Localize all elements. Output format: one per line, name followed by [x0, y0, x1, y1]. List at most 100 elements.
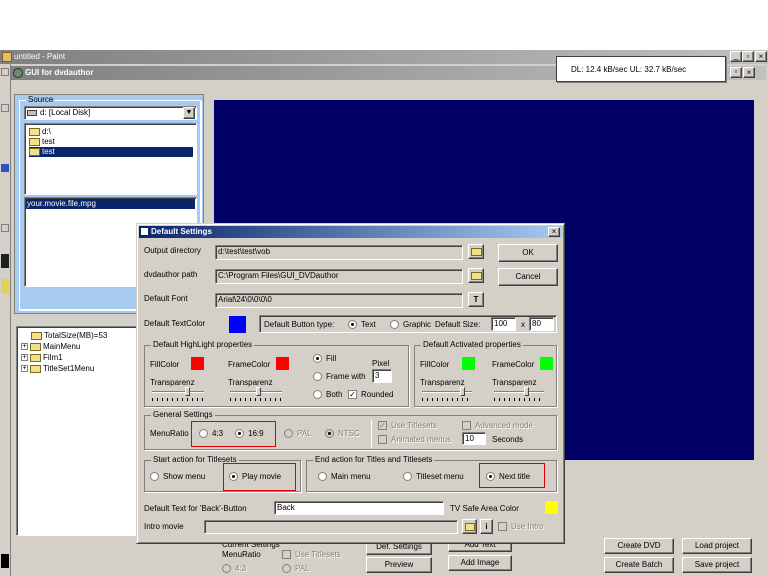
slider-thumb[interactable] — [524, 387, 529, 396]
hl-both-radio[interactable] — [313, 390, 322, 399]
folder-open-icon — [29, 137, 40, 146]
chevron-down-icon[interactable]: ▼ — [183, 107, 195, 119]
slider-thumb[interactable] — [256, 387, 261, 396]
act-transparenz-label: Transparenz — [420, 378, 465, 387]
pal-radio[interactable] — [282, 564, 291, 573]
act-framecolor-swatch[interactable] — [540, 357, 553, 370]
pal-label: PAL — [295, 564, 310, 573]
tv-safe-label: TV Safe Area Color — [450, 504, 519, 513]
hl-rounded-checkbox[interactable]: ✓ — [348, 390, 357, 399]
folder-list[interactable]: d:\ test test — [24, 123, 197, 195]
tool-icon[interactable] — [1, 68, 9, 76]
load-project-button[interactable]: Load project — [682, 538, 752, 554]
button-type-label: Default Button type: — [264, 320, 335, 329]
slider-ticks — [230, 398, 282, 401]
hl-frame-with-radio[interactable] — [313, 372, 322, 381]
expand-icon[interactable]: + — [21, 354, 28, 362]
tree-item[interactable]: + MainMenu — [21, 342, 80, 352]
default-size-height-field[interactable]: 80 — [529, 317, 554, 331]
show-menu-label: Show menu — [163, 472, 206, 481]
use-titlesets-checkbox[interactable] — [282, 550, 291, 559]
default-size-width-field[interactable]: 100 — [491, 317, 516, 331]
expand-icon[interactable]: + — [21, 343, 28, 351]
tree-item[interactable]: + TitleSet1Menu — [21, 364, 94, 374]
tv-safe-swatch[interactable] — [545, 501, 558, 514]
tool-icon[interactable] — [1, 164, 9, 172]
hl-fillcolor-swatch[interactable] — [191, 357, 204, 370]
hl-framecolor-swatch[interactable] — [276, 357, 289, 370]
dialog-title: Default Settings — [151, 227, 212, 236]
main-menu-radio[interactable] — [318, 472, 327, 481]
use-titlesets-checkbox[interactable]: ✓ — [378, 421, 387, 430]
paint-app-icon — [2, 52, 12, 62]
intro-browse-button[interactable] — [462, 519, 477, 534]
act-frame-transparency-slider[interactable] — [494, 391, 544, 393]
textcolor-swatch[interactable] — [229, 316, 246, 333]
font-picker-button[interactable]: T — [468, 292, 484, 307]
dvdauthor-path-field[interactable]: C:\Program Files\GUI_DVDauthor — [215, 269, 463, 284]
button-type-graphic-radio[interactable] — [390, 320, 399, 329]
use-intro-label: Use Intro — [511, 522, 544, 531]
source-label: Source — [26, 95, 56, 105]
tool-icon[interactable] — [1, 279, 9, 293]
file-item-selected[interactable]: your.movie.file.mpg — [26, 199, 195, 209]
main-menu-label: Main menu — [331, 472, 371, 481]
dvdauthor-browse-button[interactable] — [468, 268, 484, 283]
ok-button[interactable]: OK — [498, 244, 558, 262]
folder-item[interactable]: d:\ — [29, 127, 51, 137]
tool-icon[interactable] — [1, 224, 9, 232]
act-frame-transparenz-label: Transparenz — [492, 378, 537, 387]
intro-movie-field[interactable] — [204, 520, 458, 534]
advanced-mode-checkbox[interactable] — [462, 421, 471, 430]
intro-info-button[interactable]: i — [480, 519, 493, 534]
tree-item[interactable]: TotalSize(MB)=53 — [31, 331, 107, 341]
add-image-button[interactable]: Add Image — [448, 555, 512, 571]
titleset-menu-radio[interactable] — [403, 472, 412, 481]
paint-close-button[interactable]: × — [755, 51, 767, 62]
folder-item-selected[interactable]: test — [29, 147, 193, 157]
slider-thumb[interactable] — [185, 387, 190, 396]
default-font-field[interactable]: Arial\24\0\0\0\0 — [215, 293, 463, 308]
hl-rounded-label: Rounded — [361, 390, 394, 399]
drive-select[interactable]: d: [Local Disk] ▼ — [24, 106, 197, 120]
folder-icon — [30, 342, 41, 351]
back-text-field[interactable]: Back — [274, 501, 444, 515]
tree-item[interactable]: + Film1 — [21, 353, 63, 363]
tool-icon[interactable] — [1, 254, 9, 268]
tool-icon[interactable] — [1, 104, 9, 112]
general-divider — [371, 420, 372, 448]
create-batch-button[interactable]: Create Batch — [604, 557, 674, 573]
dvdauthor-minimize-button[interactable]: ▫ — [730, 67, 742, 78]
button-type-text-radio[interactable] — [348, 320, 357, 329]
use-intro-checkbox[interactable] — [498, 522, 507, 531]
dvdauthor-close-button[interactable]: × — [743, 67, 755, 78]
hl-fill-radio[interactable] — [313, 354, 322, 363]
pal-radio[interactable] — [284, 429, 293, 438]
ratio-43-radio[interactable] — [222, 564, 231, 573]
paint-maximize-button[interactable]: ▫ — [742, 51, 754, 62]
dialog-close-button[interactable]: × — [548, 227, 560, 237]
act-fillcolor-label: FillColor — [420, 360, 450, 369]
hl-framecolor-label: FrameColor — [228, 360, 271, 369]
menu-ratio-label: MenuRatio — [222, 550, 261, 559]
folder-icon — [470, 247, 482, 256]
show-menu-radio[interactable] — [150, 472, 159, 481]
cancel-button[interactable]: Cancel — [498, 268, 558, 286]
save-project-button[interactable]: Save project — [682, 557, 752, 573]
output-browse-button[interactable] — [468, 244, 484, 259]
output-directory-field[interactable]: d:\test\test\vob — [215, 245, 463, 260]
preview-button[interactable]: Preview — [366, 557, 432, 573]
act-fillcolor-swatch[interactable] — [462, 357, 475, 370]
folder-item[interactable]: test — [29, 137, 55, 147]
ntsc-radio[interactable] — [325, 429, 334, 438]
color-swatch-black[interactable] — [1, 554, 9, 568]
create-dvd-button[interactable]: Create DVD — [604, 538, 674, 554]
hl-pixel-field[interactable]: 3 — [372, 369, 392, 383]
paint-minimize-button[interactable]: _ — [730, 51, 742, 62]
activated-group-title: Default Activated properties — [421, 340, 523, 350]
animated-menus-checkbox[interactable] — [378, 435, 387, 444]
hl-fill-transparency-slider[interactable] — [152, 391, 204, 393]
slider-thumb[interactable] — [460, 387, 465, 396]
expand-icon[interactable]: + — [21, 365, 28, 373]
seconds-field[interactable]: 10 — [462, 432, 486, 445]
